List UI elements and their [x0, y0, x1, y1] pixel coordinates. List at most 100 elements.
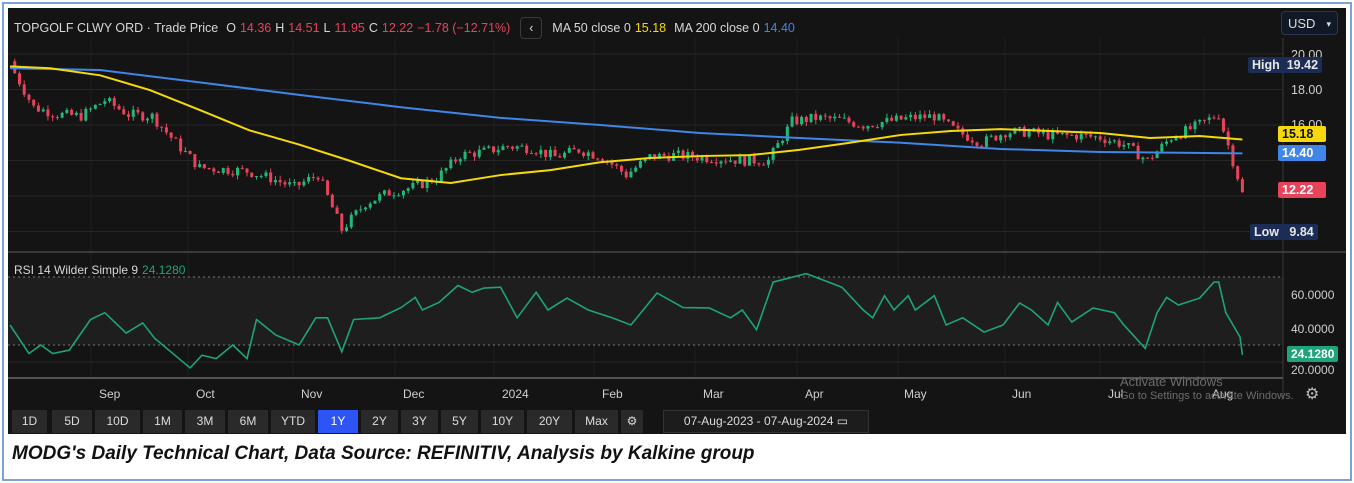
candle	[913, 114, 917, 120]
candle	[638, 161, 642, 168]
candle	[117, 105, 121, 110]
candle	[781, 141, 785, 144]
candle	[951, 121, 955, 126]
chart-plot[interactable]	[8, 8, 1346, 434]
candle	[548, 149, 552, 157]
candle	[316, 177, 320, 180]
candle	[326, 180, 330, 195]
candle	[885, 117, 889, 123]
candle	[1160, 143, 1164, 152]
candle	[776, 143, 780, 148]
range-button-1d[interactable]: 1D	[12, 410, 47, 433]
candle	[747, 155, 751, 166]
candle	[752, 155, 756, 164]
watermark-subtitle: Go to Settings to activate Windows.	[1120, 390, 1294, 402]
close-value: 12.22	[381, 21, 414, 35]
candle	[1022, 127, 1026, 137]
candle	[51, 116, 55, 118]
candle	[1212, 117, 1216, 119]
ma50-label: MA 50 close 0	[552, 21, 631, 35]
candle	[406, 188, 410, 191]
candle	[463, 151, 467, 160]
candle	[136, 109, 140, 113]
range-button-5y[interactable]: 5Y	[441, 410, 478, 433]
candle	[838, 116, 841, 118]
candle	[572, 147, 576, 150]
candle	[529, 153, 533, 155]
candle	[221, 168, 225, 173]
range-button-10y[interactable]: 10Y	[481, 410, 524, 433]
candle	[22, 84, 26, 95]
range-button-10d[interactable]: 10D	[95, 410, 140, 433]
candle	[1169, 140, 1173, 142]
legend-header: TOPGOLF CLWY ORD · Trade Price O 14.36 H1…	[14, 17, 795, 39]
candle	[861, 126, 865, 129]
candle	[719, 161, 723, 164]
candle	[458, 159, 462, 162]
range-button-3m[interactable]: 3M	[185, 410, 225, 433]
candle	[1165, 141, 1169, 144]
candle	[956, 125, 960, 129]
chevron-down-icon: ▾	[1326, 19, 1331, 29]
candle	[79, 112, 83, 121]
candle	[416, 180, 420, 184]
candle	[989, 135, 993, 137]
ma50-tag: 15.18	[1278, 126, 1326, 142]
candle	[724, 161, 728, 163]
instrument-name: TOPGOLF CLWY ORD · Trade Price	[14, 21, 219, 35]
candle	[695, 157, 699, 161]
candle	[856, 126, 860, 128]
candle	[534, 153, 538, 155]
candle	[27, 94, 31, 100]
range-button-1y[interactable]: 1Y	[318, 410, 358, 433]
range-button-max[interactable]: Max	[575, 410, 618, 433]
candle	[468, 151, 472, 153]
candle	[1131, 143, 1135, 146]
range-button-ytd[interactable]: YTD	[271, 410, 315, 433]
candle	[74, 112, 78, 115]
candle	[401, 190, 405, 196]
candle	[591, 152, 595, 159]
range-button-3y[interactable]: 3Y	[401, 410, 438, 433]
candle	[108, 98, 112, 102]
range-button-6m[interactable]: 6M	[228, 410, 268, 433]
candle	[482, 147, 486, 150]
range-button-20y[interactable]: 20Y	[527, 410, 572, 433]
range-button-1m[interactable]: 1M	[143, 410, 182, 433]
candle	[302, 181, 306, 186]
candle	[297, 181, 301, 186]
range-button-5d[interactable]: 5D	[52, 410, 92, 433]
candle	[577, 149, 581, 153]
candle	[984, 136, 988, 147]
chevron-left-icon[interactable]: ‹	[520, 17, 543, 39]
candle	[1240, 179, 1244, 193]
candle	[202, 164, 206, 169]
candle	[207, 168, 211, 170]
candle	[1060, 132, 1064, 134]
range-settings-icon[interactable]: ⚙	[621, 410, 643, 433]
candle	[226, 168, 230, 174]
candle	[368, 203, 372, 208]
candle	[1236, 166, 1240, 180]
price-tick: 18.00	[1291, 83, 1323, 97]
candle	[947, 119, 951, 122]
candle	[127, 114, 130, 117]
currency-select[interactable]: USD ▾	[1281, 11, 1338, 35]
candle	[1008, 133, 1012, 138]
candle	[70, 109, 74, 115]
settings-icon[interactable]: ⚙	[1305, 384, 1319, 404]
candle	[141, 112, 145, 121]
candle	[193, 154, 197, 168]
candle	[335, 207, 339, 214]
candle	[771, 147, 775, 160]
candle	[345, 227, 349, 231]
candle	[454, 159, 458, 162]
date-range-picker[interactable]: 07-Aug-2023 - 07-Aug-2024 ▭	[663, 410, 869, 433]
low-tag-label: Low	[1254, 225, 1279, 239]
candle	[890, 117, 894, 121]
range-button-2y[interactable]: 2Y	[361, 410, 398, 433]
candle	[98, 103, 102, 105]
candle	[231, 173, 235, 176]
ma200-tag: 14.40	[1278, 145, 1326, 161]
candle	[1070, 134, 1074, 136]
